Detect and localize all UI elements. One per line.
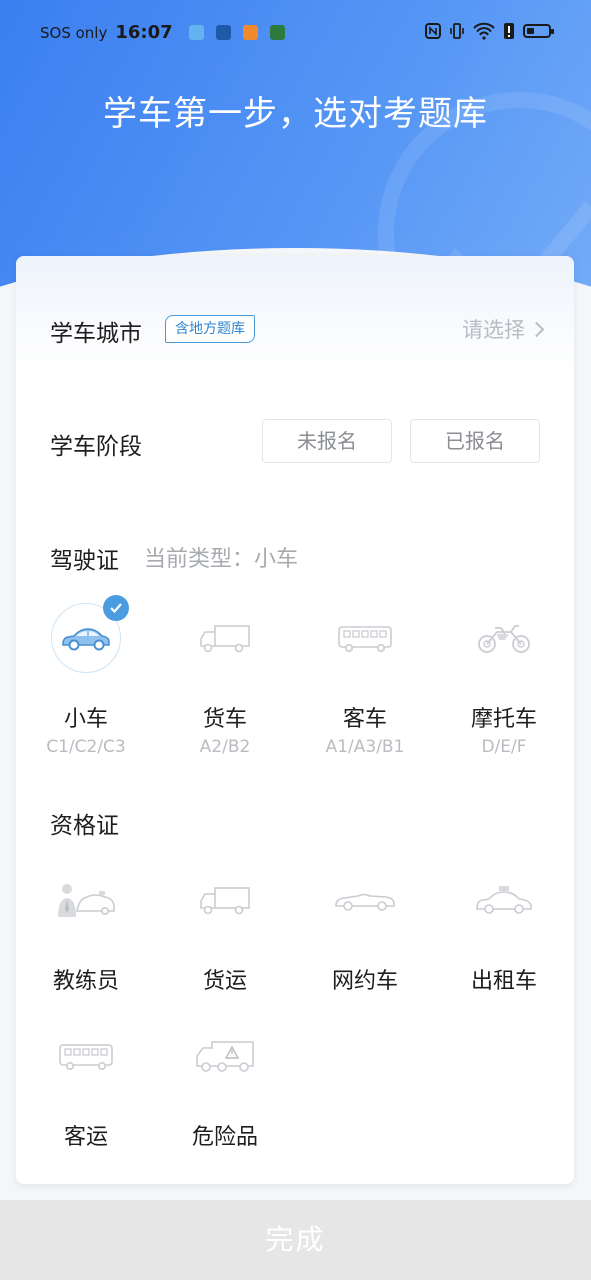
passenger-bus-icon — [59, 1044, 113, 1070]
selected-check-icon — [103, 595, 129, 621]
vibrate-icon — [450, 23, 464, 39]
license-option-motorcycle[interactable]: 摩托车 D/E/F — [434, 603, 574, 757]
stage-enrolled-button[interactable]: 已报名 — [410, 419, 540, 463]
qualification-option-taxi[interactable]: 出租车 — [434, 865, 574, 995]
taxi-icon — [476, 886, 532, 914]
qualification-option-coach[interactable]: 教练员 — [16, 865, 156, 995]
qualification-option-freight[interactable]: 货运 — [155, 865, 295, 995]
game-notification-icon — [269, 25, 285, 40]
notification-icon — [188, 25, 204, 40]
upload-notification-icon — [215, 25, 231, 40]
license-code: C1/C2/C3 — [46, 737, 126, 757]
qualification-option-hazmat[interactable]: 危险品 — [155, 1021, 295, 1151]
qualification-option-passenger[interactable]: 客运 — [16, 1021, 156, 1151]
coach-icon — [58, 884, 115, 917]
motorcycle-icon — [478, 625, 530, 653]
chevron-right-icon — [528, 321, 545, 337]
qualification-name: 出租车 — [470, 969, 537, 994]
license-section-title: 驾驶证 — [50, 548, 119, 574]
nfc-icon — [425, 23, 441, 39]
license-option-car[interactable]: 小车 C1/C2/C3 — [16, 595, 156, 757]
license-code: D/E/F — [481, 737, 527, 757]
carrier-text: SOS only — [40, 23, 108, 42]
stage-label: 学车阶段 — [50, 434, 142, 460]
license-code: A2/B2 — [199, 737, 251, 757]
current-type-text: 当前类型：小车 — [144, 547, 299, 572]
clock: 16:07 — [115, 22, 173, 43]
hazmat-truck-icon — [196, 1041, 254, 1072]
license-name: 小车 — [63, 707, 108, 732]
app-notification-icon — [242, 25, 258, 40]
page-title: 学车第一步，选对考题库 — [103, 94, 488, 134]
qualification-option-ride-hailing[interactable]: 网约车 — [295, 865, 435, 995]
city-label: 学车城市 — [50, 321, 142, 347]
stage-not-enrolled-button[interactable]: 未报名 — [262, 419, 392, 463]
freight-truck-icon — [200, 887, 250, 915]
bus-icon — [338, 626, 392, 652]
license-option-truck[interactable]: 货车 A2/B2 — [155, 603, 295, 757]
qualification-name: 货运 — [202, 969, 247, 994]
qualification-name: 客运 — [63, 1125, 108, 1150]
truck-icon — [200, 625, 250, 653]
license-name: 货车 — [202, 707, 247, 732]
convertible-car-icon — [335, 893, 395, 911]
qualification-section-title: 资格证 — [50, 813, 119, 839]
qualification-name: 网约车 — [331, 969, 398, 994]
car-icon — [62, 628, 110, 651]
city-placeholder: 请选择 — [462, 318, 525, 342]
qualification-name: 教练员 — [52, 969, 119, 994]
license-name: 客车 — [342, 707, 387, 732]
selection-card: 学车城市 含地方题库 请选择 学车阶段 未报名 已报名 驾驶证 当前类型：小车 … — [16, 256, 574, 1184]
license-code: A1/A3/B1 — [325, 737, 405, 757]
status-bar: SOS only 16:07 — [0, 0, 591, 66]
wifi-icon — [473, 22, 495, 40]
done-button[interactable]: 完成 — [0, 1200, 591, 1280]
city-select[interactable]: 请选择 — [462, 314, 545, 344]
license-name: 摩托车 — [470, 707, 537, 732]
license-option-bus[interactable]: 客车 A1/A3/B1 — [295, 603, 435, 757]
alert-icon — [504, 23, 514, 39]
qualification-name: 危险品 — [191, 1125, 258, 1150]
local-question-bank-chip: 含地方题库 — [165, 315, 255, 343]
battery-icon — [523, 24, 554, 38]
